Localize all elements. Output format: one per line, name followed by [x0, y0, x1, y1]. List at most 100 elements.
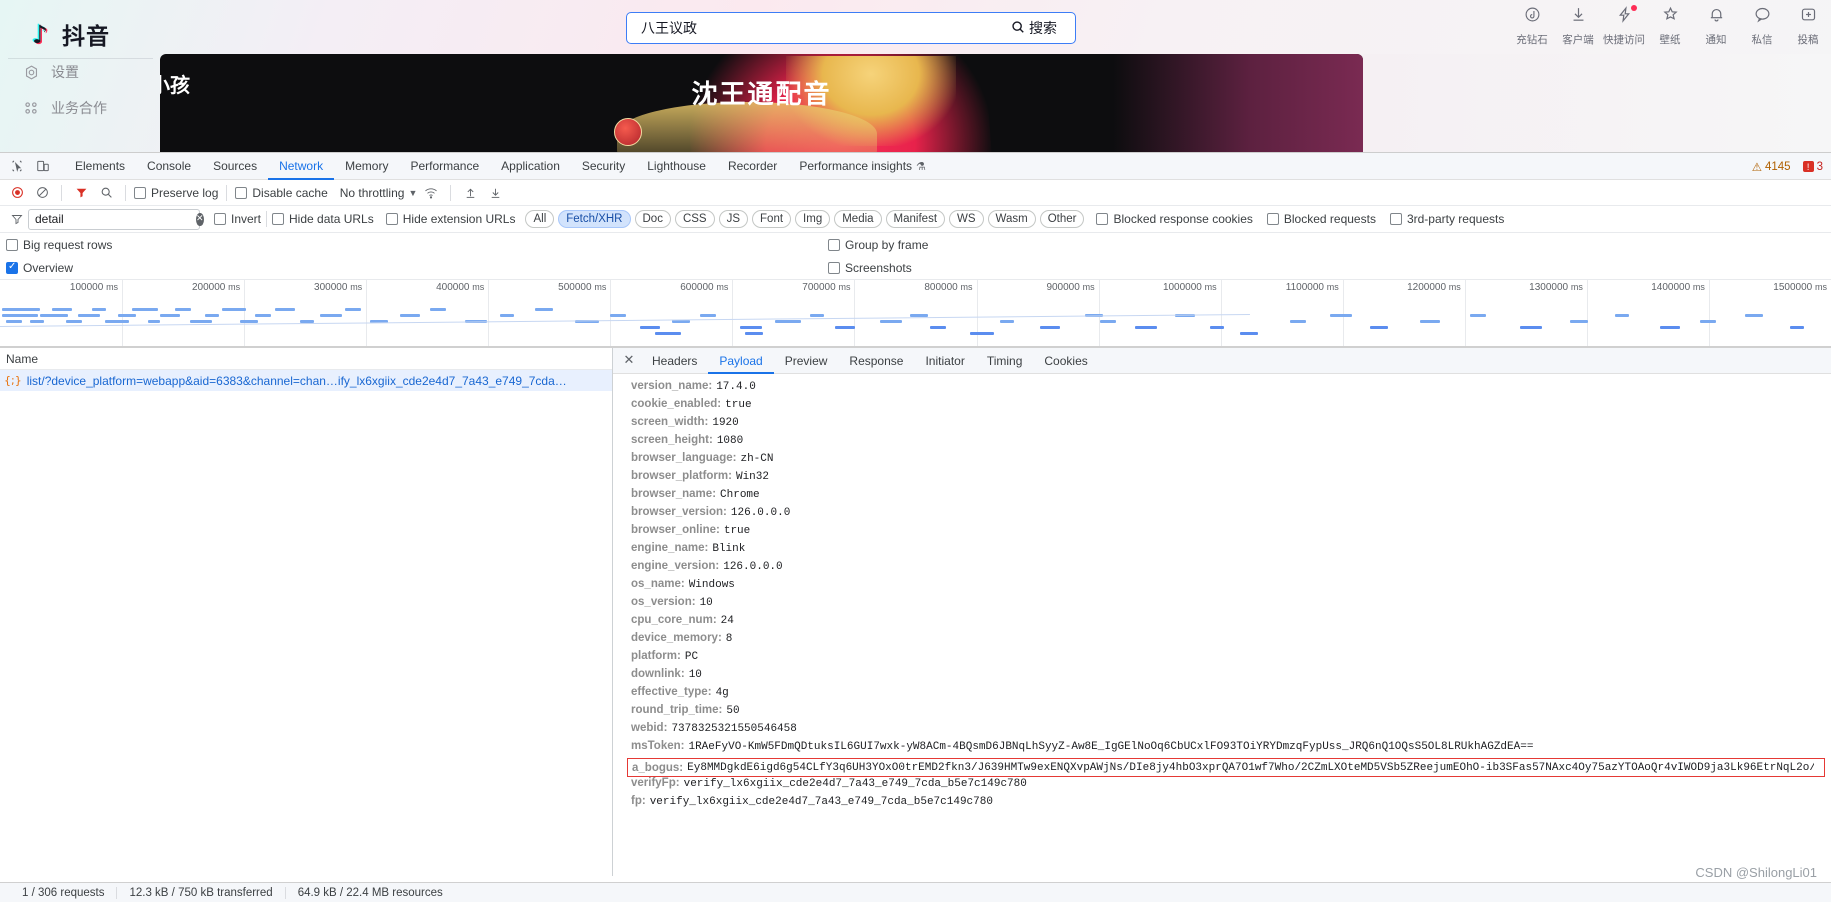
filter-chip-all[interactable]: All [525, 210, 555, 228]
topicon-quickaccess[interactable]: 快捷访问 [1601, 5, 1647, 47]
throttling-dropdown[interactable]: No throttling ▼ [340, 186, 418, 200]
device-toolbar-icon[interactable] [30, 154, 56, 178]
record-icon[interactable] [6, 182, 28, 204]
payload-value[interactable]: 50 [726, 705, 739, 717]
topicon-message[interactable]: 私信 [1739, 6, 1785, 47]
payload-value[interactable]: 126.0.0.0 [731, 507, 790, 519]
douyin-search-bar[interactable]: 搜索 [626, 12, 1076, 44]
payload-value[interactable]: 7378325321550546458 [671, 723, 796, 735]
request-row[interactable]: {;} list/?device_platform=webapp&aid=638… [0, 370, 612, 391]
filter-input-wrapper[interactable]: ✕ [28, 208, 204, 230]
filter-chip-ws[interactable]: WS [949, 210, 984, 228]
detail-tab-preview[interactable]: Preview [774, 348, 839, 374]
payload-value[interactable]: verify_lx6xgiix_cde2e4d7_7a43_e749_7cda_… [650, 796, 993, 808]
payload-value[interactable]: true [724, 525, 750, 537]
sidebar-item-settings[interactable]: 设置 [22, 62, 79, 82]
clear-filter-icon[interactable]: ✕ [196, 212, 204, 226]
topicon-wallpaper[interactable]: 壁纸 [1647, 6, 1693, 47]
tab-console[interactable]: Console [136, 153, 202, 180]
payload-value[interactable]: 10 [700, 597, 713, 609]
tab-memory[interactable]: Memory [334, 153, 399, 180]
third-party-requests-checkbox[interactable]: 3rd-party requests [1389, 212, 1504, 226]
filter-funnel-icon[interactable] [6, 208, 28, 230]
search-button[interactable]: 搜索 [1001, 15, 1071, 41]
filter-chip-js[interactable]: JS [718, 210, 749, 228]
detail-tab-initiator[interactable]: Initiator [914, 348, 975, 374]
tab-network[interactable]: Network [268, 153, 334, 180]
topicon-client[interactable]: 客户端 [1555, 6, 1601, 47]
tab-performance[interactable]: Performance [399, 153, 490, 180]
avatar[interactable] [614, 118, 642, 146]
payload-value[interactable]: 126.0.0.0 [723, 561, 782, 573]
filter-chip-wasm[interactable]: Wasm [987, 210, 1036, 228]
overview-checkbox[interactable]: Overview [6, 261, 73, 275]
payload-value[interactable]: 1080 [717, 435, 743, 447]
payload-value[interactable]: 24 [721, 615, 734, 627]
filter-chip-img[interactable]: Img [795, 210, 831, 228]
tab-recorder[interactable]: Recorder [717, 153, 788, 180]
topicon-notification[interactable]: 通知 [1693, 6, 1739, 47]
inspect-element-icon[interactable] [4, 154, 30, 178]
group-by-frame-checkbox[interactable]: Group by frame [828, 238, 928, 252]
disable-cache-checkbox[interactable]: Disable cache [235, 186, 328, 200]
close-icon[interactable]: ✕ [617, 348, 641, 374]
wifi-icon[interactable] [420, 182, 442, 204]
tab-lighthouse[interactable]: Lighthouse [636, 153, 717, 180]
export-har-icon[interactable] [484, 182, 506, 204]
payload-value[interactable]: zh-CN [740, 453, 773, 465]
detail-tab-cookies[interactable]: Cookies [1033, 348, 1098, 374]
tab-application[interactable]: Application [490, 153, 571, 180]
douyin-logo[interactable]: ♪ ♪ ♪ 抖音 [31, 17, 110, 51]
filter-chip-css[interactable]: CSS [674, 210, 715, 228]
payload-value[interactable]: verify_lx6xgiix_cde2e4d7_7a43_e749_7cda_… [684, 778, 1027, 790]
tab-security[interactable]: Security [571, 153, 636, 180]
topicon-diamond[interactable]: 充钻石 [1509, 6, 1555, 47]
payload-value[interactable]: 8 [726, 633, 733, 645]
filter-chip-font[interactable]: Font [752, 210, 792, 228]
hide-extension-urls-checkbox[interactable]: Hide extension URLs [385, 212, 515, 226]
payload-value[interactable]: PC [685, 651, 698, 663]
tab-sources[interactable]: Sources [202, 153, 268, 180]
video-banner[interactable]: 小孩 沈王通配音 [160, 54, 1363, 158]
network-overview-timeline[interactable]: 100000 ms 200000 ms 300000 ms 400000 ms 5000… [0, 279, 1831, 347]
invert-checkbox[interactable]: Invert [214, 212, 261, 226]
payload-value[interactable]: Windows [689, 579, 735, 591]
filter-chip-media[interactable]: Media [834, 210, 882, 228]
import-har-icon[interactable] [459, 182, 481, 204]
tab-performance-insights[interactable]: Performance insights ⚗ [788, 153, 937, 180]
sidebar-item-business[interactable]: 业务合作 [22, 98, 107, 118]
warning-counter[interactable]: ⚠ 4145 [1752, 160, 1791, 174]
payload-value[interactable]: 4g [716, 687, 729, 699]
detail-tab-response[interactable]: Response [838, 348, 914, 374]
payload-value[interactable]: Blink [712, 543, 745, 555]
search-input[interactable] [641, 20, 1001, 36]
payload-value[interactable]: 1920 [712, 417, 738, 429]
filter-chip-other[interactable]: Other [1039, 210, 1085, 228]
detail-tab-payload[interactable]: Payload [708, 348, 773, 374]
blocked-requests-checkbox[interactable]: Blocked requests [1266, 212, 1376, 226]
payload-value[interactable]: Win32 [736, 471, 769, 483]
filter-chip-doc[interactable]: Doc [634, 210, 671, 228]
error-counter[interactable]: ! 3 [1802, 161, 1823, 173]
blocked-response-cookies-checkbox[interactable]: Blocked response cookies [1096, 212, 1253, 226]
big-request-rows-checkbox[interactable]: Big request rows [6, 238, 112, 252]
payload-value[interactable]: Chrome [720, 489, 760, 501]
preserve-log-checkbox[interactable]: Preserve log [134, 186, 218, 200]
filter-chip-manifest[interactable]: Manifest [885, 210, 946, 228]
payload-value[interactable]: true [725, 399, 751, 411]
detail-tab-headers[interactable]: Headers [641, 348, 708, 374]
detail-tab-timing[interactable]: Timing [976, 348, 1034, 374]
screenshots-checkbox[interactable]: Screenshots [828, 261, 912, 275]
payload-value[interactable]: 10 [689, 669, 702, 681]
filter-chip-fetch-xhr[interactable]: Fetch/XHR [558, 210, 631, 228]
tab-elements[interactable]: Elements [64, 153, 136, 180]
filter-input[interactable] [35, 212, 190, 226]
topicon-upload[interactable]: 投稿 [1785, 6, 1831, 47]
payload-value[interactable]: 1RAeFyVO-KmW5FDmQDtuksIL6GUI7wxk-yW8ACm-… [688, 741, 1533, 753]
filter-icon[interactable] [70, 182, 92, 204]
hide-data-urls-checkbox[interactable]: Hide data URLs [272, 212, 374, 226]
payload-value[interactable]: Ey8MMDgkdE6igd6g54CLfY3q6UH3YOxO0trEMD2f… [687, 762, 1814, 774]
clear-icon[interactable] [31, 182, 53, 204]
search-icon[interactable] [95, 182, 117, 204]
payload-value[interactable]: 17.4.0 [716, 381, 756, 393]
